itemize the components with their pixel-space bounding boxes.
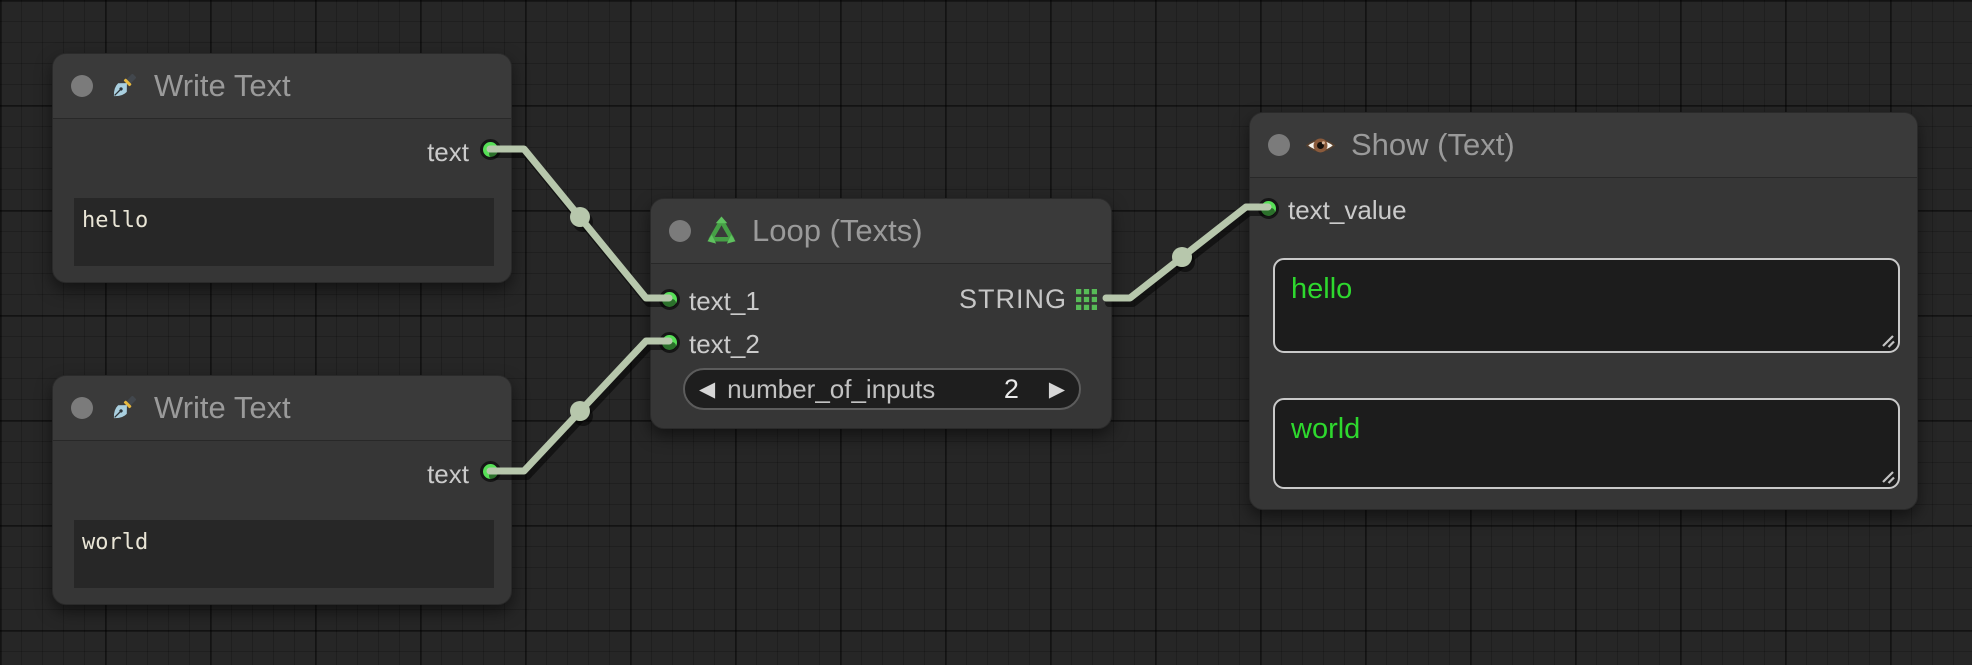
reroute-dot[interactable] — [570, 207, 590, 227]
node-title: Loop (Texts) — [752, 213, 923, 249]
node-header: Write Text — [53, 376, 511, 441]
pen-nib-icon — [108, 71, 139, 102]
node-loop-texts[interactable]: Loop (Texts) text_1 STRING text_2 ◀ numb… — [650, 198, 1112, 429]
input-port-label: text_1 — [689, 286, 760, 317]
node-show-text[interactable]: Show (Text) text_value hello world — [1249, 112, 1918, 510]
input-port-label: text_2 — [689, 329, 760, 360]
node-title: Write Text — [154, 390, 291, 426]
text-input-area[interactable]: hello — [74, 198, 494, 266]
node-title: Write Text — [154, 68, 291, 104]
input-port-text-value[interactable] — [1258, 198, 1279, 219]
node-header: Loop (Texts) — [651, 199, 1111, 264]
input-port-label: text_value — [1288, 195, 1407, 226]
output-port-label: text — [427, 137, 469, 168]
input-port-text-1[interactable] — [659, 289, 680, 310]
number-of-inputs-stepper[interactable]: ◀ number_of_inputs 2 ▶ — [683, 368, 1081, 410]
node-write-text-2[interactable]: Write Text text world — [52, 375, 512, 605]
node-header: Write Text — [53, 54, 511, 119]
collapse-dot[interactable] — [71, 75, 93, 97]
collapse-dot[interactable] — [669, 220, 691, 242]
output-port-label: text — [427, 459, 469, 490]
input-port-text-2[interactable] — [659, 332, 680, 353]
output-type-label: STRING — [959, 284, 1067, 315]
output-value-area-1[interactable]: hello — [1273, 258, 1900, 353]
output-value-area-2[interactable]: world — [1273, 398, 1900, 489]
wire-text2-to-loop — [490, 341, 669, 471]
node-write-text-1[interactable]: Write Text text hello — [52, 53, 512, 283]
node-title: Show (Text) — [1351, 127, 1515, 163]
text-input-area[interactable]: world — [74, 520, 494, 588]
output-port-text[interactable] — [480, 461, 501, 482]
stepper-increment-arrow[interactable]: ▶ — [1049, 379, 1065, 400]
collapse-dot[interactable] — [71, 397, 93, 419]
output-value-text: world — [1291, 413, 1360, 445]
resize-grip-icon[interactable] — [1878, 467, 1896, 485]
node-editor-canvas[interactable]: Write Text text hello Write Text text wo… — [0, 0, 1972, 665]
wire-text1-to-loop — [490, 149, 669, 298]
output-value-text: hello — [1291, 273, 1352, 305]
recycle-icon — [706, 216, 737, 247]
stepper-label: number_of_inputs — [727, 374, 1004, 405]
collapse-dot[interactable] — [1268, 134, 1290, 156]
pen-nib-icon — [108, 393, 139, 424]
stepper-decrement-arrow[interactable]: ◀ — [699, 379, 715, 400]
list-grid-icon[interactable] — [1076, 289, 1097, 310]
resize-grip-icon[interactable] — [1878, 331, 1896, 349]
output-port-text[interactable] — [480, 139, 501, 160]
wire-loop-to-show — [1106, 207, 1268, 298]
reroute-dot[interactable] — [570, 401, 590, 421]
node-header: Show (Text) — [1250, 113, 1917, 178]
eye-icon — [1305, 130, 1336, 161]
reroute-dot[interactable] — [1172, 247, 1192, 267]
stepper-value: 2 — [1004, 374, 1019, 405]
